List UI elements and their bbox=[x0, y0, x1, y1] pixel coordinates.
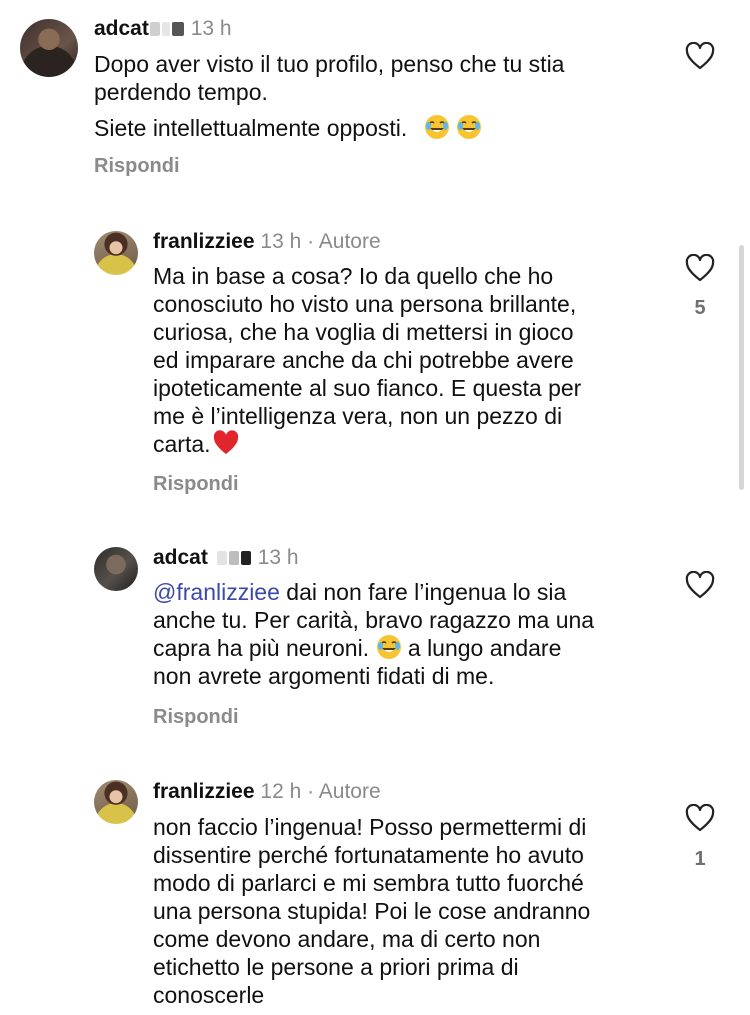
redacted-mark bbox=[216, 551, 227, 566]
comment-line: ed imparare anche da chi potrebbe avere bbox=[153, 347, 574, 373]
comment-line-text: capra ha più neuroni. bbox=[153, 635, 370, 661]
comment-header: franlizziee 13 h · Autore bbox=[153, 229, 381, 255]
username[interactable]: adcat bbox=[153, 546, 208, 569]
author-label: · Autore bbox=[307, 780, 381, 803]
author-label: · Autore bbox=[307, 230, 381, 253]
username[interactable]: adcat bbox=[94, 17, 149, 40]
comment-header: adcat 13 h bbox=[153, 545, 299, 571]
comment-line: Ma in base a cosa? Io da quello che ho bbox=[153, 263, 554, 289]
comment-line: anche tu. Per carità, bravo ragazzo ma u… bbox=[153, 607, 595, 633]
comment-line: Siete intellettualmente opposti. bbox=[94, 114, 564, 142]
comment-line: non avrete argomenti fidati di me. bbox=[153, 663, 495, 689]
avatar[interactable] bbox=[94, 780, 138, 824]
face-with-tears-of-joy-icon bbox=[376, 635, 401, 659]
avatar[interactable] bbox=[20, 19, 78, 77]
heart-outline-icon[interactable] bbox=[685, 804, 715, 832]
face-with-tears-of-joy-icon bbox=[424, 115, 449, 139]
redacted-mark bbox=[149, 22, 160, 37]
avatar[interactable] bbox=[94, 547, 138, 591]
redacted-mark bbox=[228, 551, 239, 566]
comment-line: perdendo tempo. bbox=[94, 79, 268, 105]
timestamp: 13 h bbox=[260, 230, 302, 253]
comment-text: @franlizziee dai non fare l’ingenua lo s… bbox=[153, 578, 594, 690]
comments-thread: adcat 13 h Dopo aver visto il tuo profil… bbox=[0, 0, 750, 1015]
comment-line: non faccio l’ingenua! Posso permettermi … bbox=[153, 814, 587, 840]
username[interactable]: franlizziee bbox=[153, 230, 255, 253]
scrollbar[interactable] bbox=[739, 245, 744, 490]
comment-line: dissentire perché fortunatamente ho avut… bbox=[153, 842, 584, 868]
like-count: 5 bbox=[694, 297, 706, 319]
comment-line-text: carta. bbox=[153, 431, 211, 457]
reply-button[interactable]: Rispondi bbox=[153, 473, 239, 496]
username[interactable]: franlizziee bbox=[153, 780, 255, 803]
comment-line: una persona stupida! Poi le cose andrann… bbox=[153, 898, 591, 924]
comment-line: me è l’intelligenza vera, non un pezzo d… bbox=[153, 403, 563, 429]
comment-line: carta. bbox=[153, 430, 581, 458]
redacted-mark bbox=[240, 551, 251, 566]
comment-line: capra ha più neuroni. a lungo andare bbox=[153, 634, 594, 662]
like-count: 1 bbox=[694, 848, 706, 870]
comment-line: modo di parlarci e mi sembra tutto fuorc… bbox=[153, 870, 584, 896]
timestamp: 13 h bbox=[190, 17, 232, 40]
redacted-mark bbox=[161, 22, 170, 37]
comment-text: non faccio l’ingenua! Posso permettermi … bbox=[153, 813, 590, 1009]
comment-line-text: dai non fare l’ingenua lo sia bbox=[279, 579, 567, 605]
comment-line: ipoteticamente al suo fianco. E questa p… bbox=[153, 375, 582, 401]
heart-outline-icon[interactable] bbox=[685, 254, 715, 282]
comment-line: conosciuto ho visto una persona brillant… bbox=[153, 291, 577, 317]
heart-outline-icon[interactable] bbox=[685, 571, 715, 599]
red-heart-icon bbox=[213, 430, 238, 454]
timestamp: 12 h bbox=[260, 780, 302, 803]
comment-text: Dopo aver visto il tuo profilo, penso ch… bbox=[94, 50, 564, 142]
timestamp: 13 h bbox=[257, 546, 299, 569]
redacted-mark bbox=[171, 22, 184, 37]
user-mention-link[interactable]: @franlizziee bbox=[153, 579, 280, 605]
reply-button[interactable]: Rispondi bbox=[94, 155, 180, 178]
comment-line: conoscerle bbox=[153, 982, 265, 1008]
comment-line: come devono andare, ma di certo non bbox=[153, 926, 541, 952]
heart-outline-icon[interactable] bbox=[685, 42, 715, 70]
face-with-tears-of-joy-icon bbox=[456, 115, 481, 139]
avatar[interactable] bbox=[94, 231, 138, 275]
comment-header: franlizziee 12 h · Autore bbox=[153, 779, 381, 805]
comment-text: Ma in base a cosa? Io da quello che ho c… bbox=[153, 262, 581, 458]
comment-line: Dopo aver visto il tuo profilo, penso ch… bbox=[94, 51, 565, 77]
comment-line: etichetto le persone a priori prima di bbox=[153, 954, 519, 980]
comment-header: adcat 13 h bbox=[94, 16, 232, 42]
comment-line: curiosa, che ha voglia di mettersi in gi… bbox=[153, 319, 574, 345]
comment-line: @franlizziee dai non fare l’ingenua lo s… bbox=[153, 578, 594, 606]
comment-line-text: a lungo andare bbox=[401, 635, 562, 661]
comment-line-text: Siete intellettualmente opposti. bbox=[94, 115, 408, 141]
reply-button[interactable]: Rispondi bbox=[153, 706, 239, 729]
